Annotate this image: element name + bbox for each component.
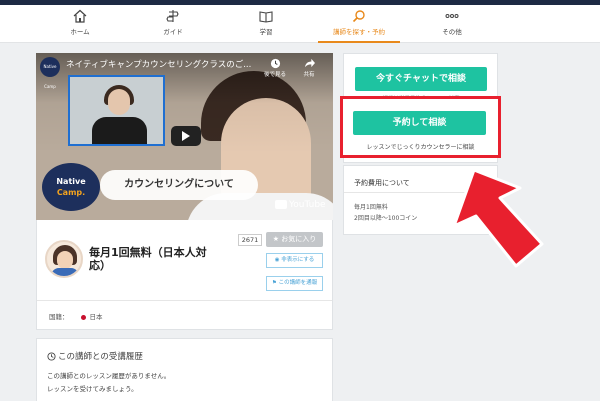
youtube-logo[interactable]: YouTube xyxy=(275,200,326,210)
teacher-profile-card: 毎月1回無料（日本人対応） 2671 ★ お気に入り ◉ 非表示にする ⚑ この… xyxy=(36,220,333,330)
book-icon xyxy=(259,11,273,23)
history-icon xyxy=(47,352,56,361)
nav-home-label: ホーム xyxy=(70,28,90,36)
inset-person-body xyxy=(92,117,147,144)
report-teacher-button[interactable]: ⚑ この講師を通報 xyxy=(266,276,323,291)
japan-flag-icon xyxy=(80,314,86,320)
inset-person-face xyxy=(108,89,130,115)
video-inset-image xyxy=(68,75,165,146)
watch-later-button[interactable]: 後で見る xyxy=(262,58,288,78)
nationality-value: 日本 xyxy=(89,313,103,321)
play-button[interactable] xyxy=(171,126,201,146)
nav-guide[interactable]: ガイド xyxy=(132,5,214,43)
nationality-label: 国籍： xyxy=(49,313,69,321)
nav-guide-label: ガイド xyxy=(163,28,183,36)
history-empty-message: この講師とのレッスン履歴がありません。 xyxy=(47,372,171,380)
favorite-count: 2671 xyxy=(238,234,262,246)
favorite-button[interactable]: ★ お気に入り xyxy=(266,232,323,247)
book-consultation-note: レッスンでじっくりカウンセラーに相談 xyxy=(366,144,475,151)
clock-icon xyxy=(270,58,280,69)
red-arrow-icon xyxy=(452,168,544,268)
highlighted-booking-box: 予約して相談 レッスンでじっくりカウンセラーに相談 xyxy=(340,96,501,158)
channel-avatar[interactable]: Native Camp xyxy=(40,57,60,89)
hide-teacher-button[interactable]: ◉ 非表示にする xyxy=(266,253,323,268)
nav-find-teacher-label: 講師を探す・予約 xyxy=(333,28,385,36)
fee-free-line: 毎月1回無料 xyxy=(354,204,388,211)
counseling-video[interactable]: Native Camp ネイティブキャンプカウンセリングクラスのご... 後で見… xyxy=(36,53,333,220)
watch-later-label: 後で見る xyxy=(263,72,286,78)
nav-other[interactable]: その他 xyxy=(411,5,493,43)
flag-icon: ⚑ xyxy=(271,280,279,286)
chat-consult-button[interactable]: 今すぐチャットで相談 xyxy=(355,67,487,91)
nav-find-teacher[interactable]: 講師を探す・予約 xyxy=(318,5,400,43)
nav-study[interactable]: 学習 xyxy=(225,5,307,43)
avatar xyxy=(45,240,83,278)
play-icon xyxy=(182,131,190,141)
nav-home[interactable]: ホーム xyxy=(39,5,121,43)
nationality-row: 国籍： 日本 xyxy=(49,311,103,321)
history-prompt: レッスンを受けてみましょう。 xyxy=(47,385,138,393)
video-overlay-caption: カウンセリングについて xyxy=(100,170,258,200)
divider xyxy=(37,300,332,301)
fee-cost-line: 2回目以降〜100コイン xyxy=(354,215,418,222)
history-title: この講師との受講履歴 xyxy=(47,350,143,362)
more-icon xyxy=(445,14,459,18)
book-consultation-button[interactable]: 予約して相談 xyxy=(353,111,486,135)
youtube-icon xyxy=(275,200,287,209)
fee-title: 予約費用について xyxy=(354,179,410,187)
teacher-name: 毎月1回無料（日本人対応） xyxy=(89,246,207,272)
video-title[interactable]: ネイティブキャンプカウンセリングクラスのご... xyxy=(66,58,266,70)
share-icon xyxy=(304,58,315,68)
main-nav: ホーム ガイド 学習 講師を探す・予約 その他 xyxy=(0,5,600,43)
home-icon xyxy=(73,9,87,23)
nav-other-label: その他 xyxy=(442,28,462,36)
guide-icon xyxy=(166,10,179,22)
share-label: 共有 xyxy=(303,72,315,78)
share-button[interactable]: 共有 xyxy=(296,58,322,78)
nav-study-label: 学習 xyxy=(259,28,273,36)
lesson-history-card: この講師との受講履歴 この講師とのレッスン履歴がありません。 レッスンを受けてみ… xyxy=(36,338,333,401)
search-icon xyxy=(352,10,365,23)
native-camp-logo: Native Camp. xyxy=(42,163,100,211)
